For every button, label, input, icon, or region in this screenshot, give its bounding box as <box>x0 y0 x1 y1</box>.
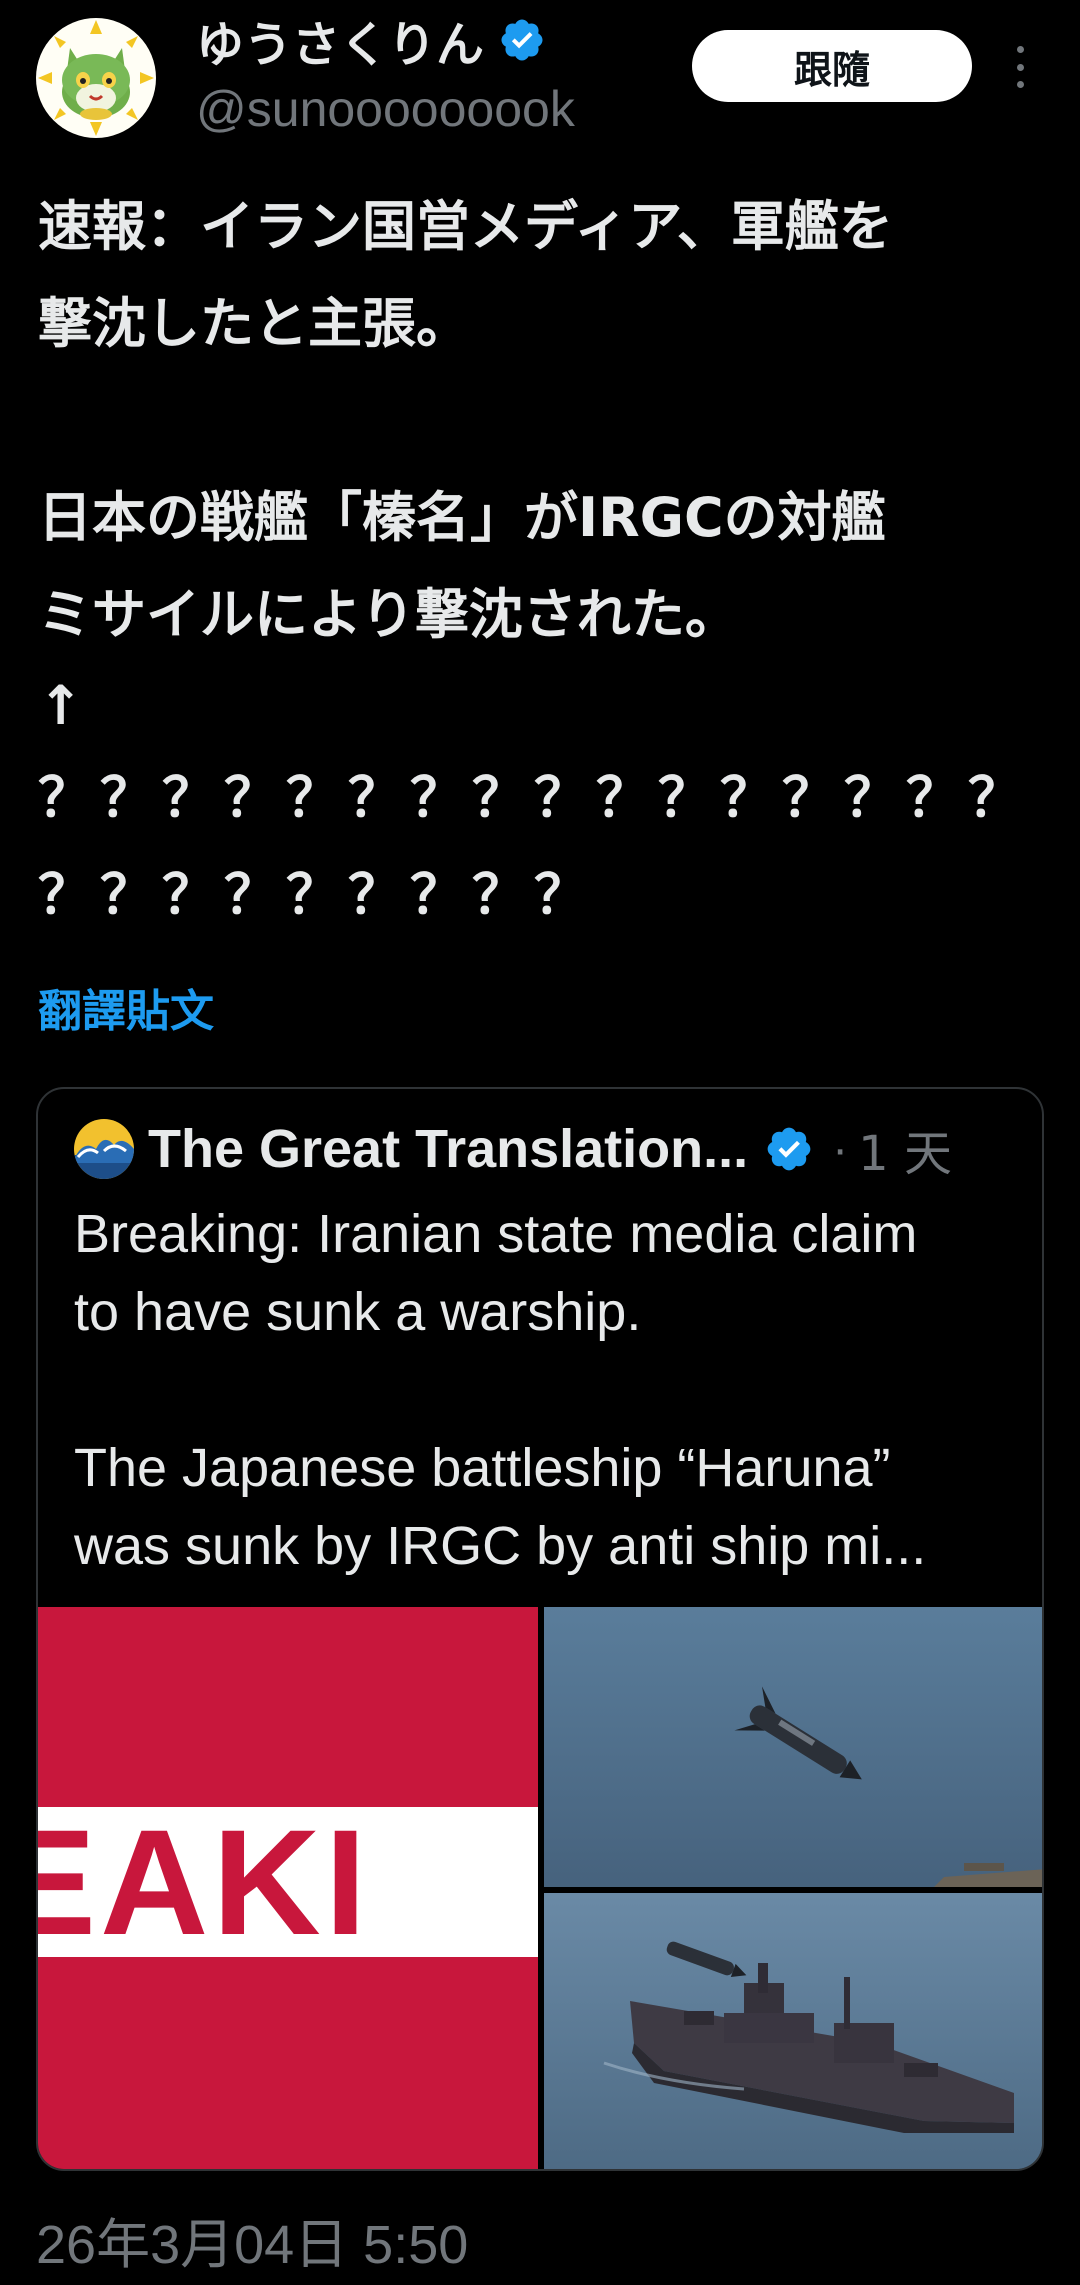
verified-badge-icon <box>498 16 546 64</box>
media-image-missile[interactable] <box>544 1607 1042 1887</box>
tweet-question-line: ？？？？？？？？？ <box>38 863 596 926</box>
tweet-line: 日本の戦艦「榛名」がIRGCの対艦 <box>38 486 886 549</box>
tweet-line: 撃沈したと主張。 <box>38 292 470 355</box>
quoted-author-name: The Great Translation... <box>148 1119 749 1179</box>
breaking-banner-text: EAKI <box>38 1807 538 1957</box>
author-handle[interactable]: @sunooooooook <box>196 80 575 138</box>
tweet-question-line: ？？？？？？？？？？？？？？？？ <box>38 766 1030 829</box>
quoted-author-avatar <box>74 1119 134 1179</box>
tweet-header: ゆうさくりん @sunooooooook 跟隨 <box>0 0 1080 150</box>
tweet-line-arrow: ↑ <box>38 674 84 737</box>
quoted-tweet-card[interactable]: The Great Translation... · 1 天 Breaking:… <box>36 1087 1044 2171</box>
tweet-text: 速報：イラン国営メディア、軍艦を 撃沈したと主張。 日本の戦艦「榛名」がIRGC… <box>38 178 1048 943</box>
translate-post-link[interactable]: 翻譯貼文 <box>38 975 214 1039</box>
separator-dot: · <box>832 1122 849 1176</box>
author-display-name[interactable]: ゆうさくりん <box>196 5 484 75</box>
author-avatar[interactable] <box>36 18 156 138</box>
media-image-breaking[interactable]: EAKI <box>38 1607 538 2169</box>
quoted-tweet-line: Breaking: Iranian state media claim <box>74 1204 918 1264</box>
verified-badge-icon <box>764 1124 814 1174</box>
quoted-tweet-line-blank <box>74 1351 1024 1429</box>
author-name-row: ゆうさくりん <box>196 5 546 75</box>
quoted-media-grid: EAKI <box>38 1607 1042 2169</box>
quoted-tweet-time: 1 天 <box>858 1126 952 1182</box>
quoted-tweet-header: The Great Translation... · 1 天 <box>74 1117 952 1182</box>
tweet-timestamp[interactable]: 26年3月04日 5:50 <box>36 2200 468 2279</box>
quoted-tweet-line: to have sunk a warship. <box>74 1282 642 1342</box>
media-image-battleship[interactable] <box>544 1893 1042 2169</box>
tweet-line: ミサイルにより撃沈された。 <box>38 583 739 646</box>
quoted-tweet-text: Breaking: Iranian state media claim to h… <box>74 1195 1024 1585</box>
quoted-tweet-line: was sunk by IRGC by anti ship mi... <box>74 1516 927 1576</box>
follow-button[interactable]: 跟隨 <box>692 30 972 102</box>
quoted-tweet-line: The Japanese battleship “Haruna” <box>74 1438 891 1498</box>
more-vertical-icon[interactable] <box>1000 40 1040 94</box>
tweet-line: 速報：イラン国営メディア、軍艦を <box>38 195 893 258</box>
